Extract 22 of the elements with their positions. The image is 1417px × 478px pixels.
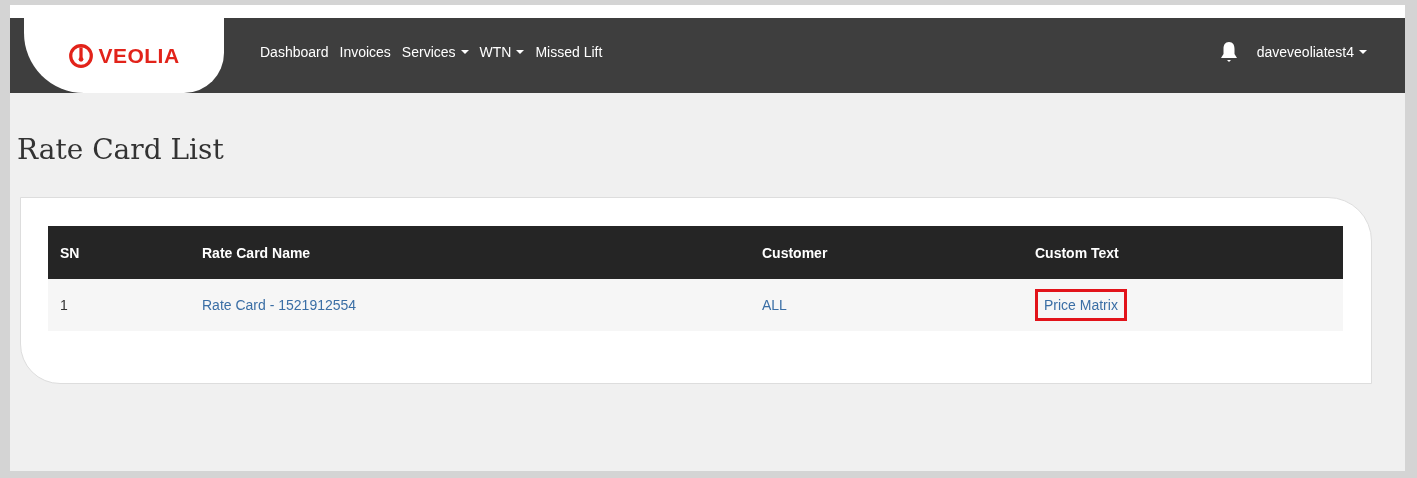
page-title: Rate Card List: [17, 133, 225, 168]
nav-link[interactable]: Services: [401, 43, 469, 60]
logo-text: VEOLIA: [98, 43, 180, 68]
column-header: Custom Text: [1023, 226, 1343, 279]
column-header: SN: [48, 226, 190, 279]
bell-icon[interactable]: [1218, 40, 1239, 63]
table-link[interactable]: Rate Card - 1521912554: [202, 297, 357, 313]
caret-icon: [1359, 49, 1367, 54]
nav-link[interactable]: Invoices: [339, 43, 391, 60]
caret-icon: [516, 49, 525, 54]
column-header: Customer: [750, 226, 1023, 279]
caret-icon: [460, 49, 469, 54]
logo-icon: [68, 42, 95, 69]
nav-link[interactable]: Dashboard: [260, 43, 329, 60]
nav-link[interactable]: Missed Lift: [535, 43, 603, 60]
table-link[interactable]: ALL: [762, 297, 787, 313]
column-header: Rate Card Name: [190, 226, 750, 279]
table-cell: 1: [60, 297, 68, 313]
logo-tab[interactable]: VEOLIA: [24, 18, 224, 93]
user-menu[interactable]: daveveoliatest4: [1256, 43, 1367, 60]
nav-link[interactable]: WTN: [479, 43, 525, 60]
table-link[interactable]: Price Matrix: [1035, 289, 1127, 321]
